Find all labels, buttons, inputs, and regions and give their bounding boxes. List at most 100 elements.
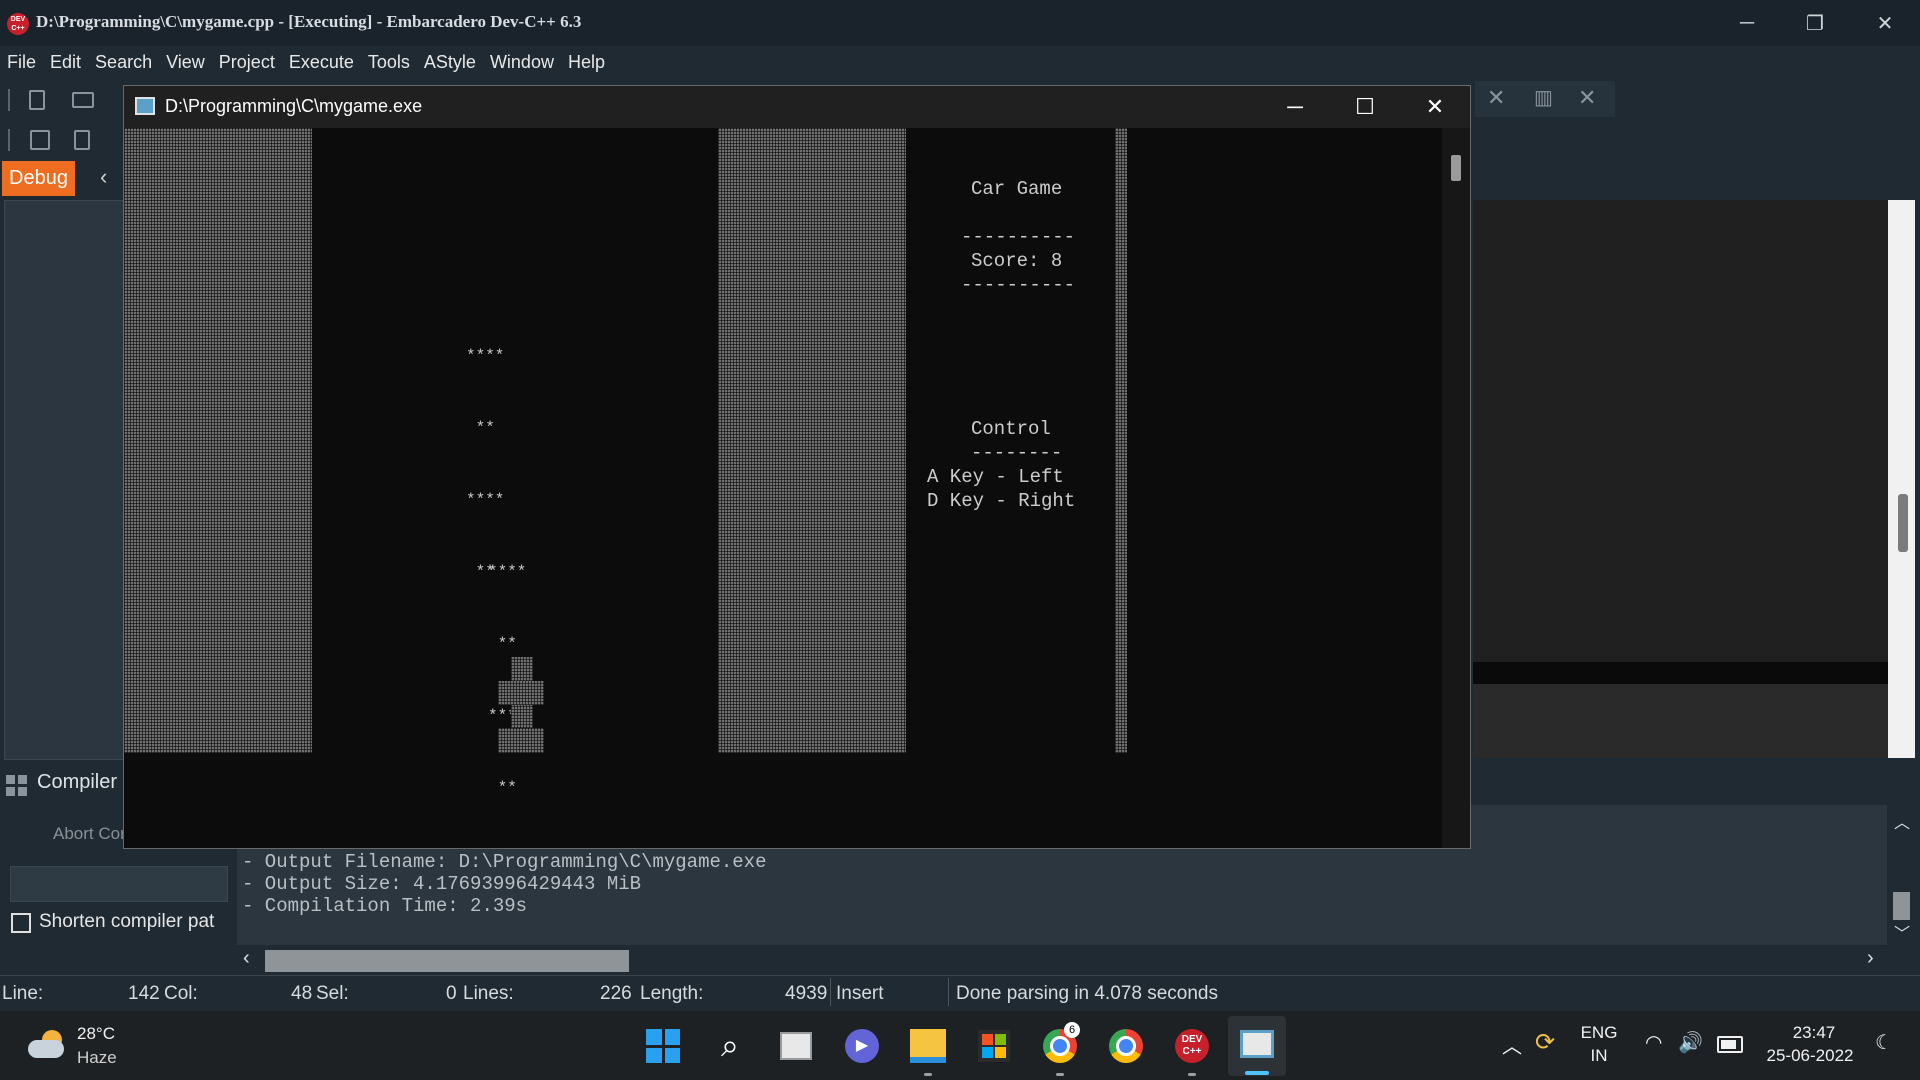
menu-astyle[interactable]: AStyle: [417, 52, 483, 73]
status-col-label: Col:: [164, 983, 198, 1004]
menu-view[interactable]: View: [159, 52, 212, 73]
enemy-car-row: **: [488, 779, 527, 797]
menu-execute[interactable]: Execute: [282, 52, 361, 73]
copy-icon[interactable]: [30, 130, 50, 150]
sync-icon[interactable]: ⟳: [1535, 1028, 1555, 1057]
running-indicator: [1188, 1073, 1196, 1076]
editor-vertical-scrollbar[interactable]: [1888, 200, 1915, 758]
ide-restore-button[interactable]: ❐: [1780, 0, 1850, 46]
remove-watch-icon[interactable]: ✕: [1578, 85, 1596, 111]
enemy-car-row: ****: [488, 563, 527, 581]
status-line-value: 142: [128, 983, 160, 1004]
clock-time[interactable]: 23:47: [1764, 1023, 1864, 1043]
weather-description[interactable]: Haze: [77, 1048, 117, 1068]
tray-chevron-icon[interactable]: ︿: [1502, 1030, 1522, 1059]
status-length-label: Length:: [640, 983, 704, 1004]
teams-chat-icon[interactable]: ▶: [842, 1026, 882, 1066]
menu-bar: File Edit Search View Project Execute To…: [0, 46, 1920, 78]
player-car-bottom: [498, 728, 544, 753]
menu-project[interactable]: Project: [212, 52, 282, 73]
devcpp-taskbar-icon[interactable]: DEV C++: [1172, 1026, 1212, 1066]
score-divider-top: ----------: [961, 226, 1076, 248]
open-folder-icon[interactable]: [72, 92, 94, 108]
new-file-icon[interactable]: [29, 90, 45, 110]
console-maximize-button[interactable]: ☐: [1330, 86, 1400, 128]
file-explorer-icon[interactable]: [908, 1026, 948, 1066]
log-vertical-scrollbar[interactable]: ︿ ﹀: [1887, 805, 1914, 945]
shorten-paths-label: Shorten compiler pat: [39, 911, 215, 932]
control-left-key: A Key - Left: [927, 466, 1064, 488]
volume-icon[interactable]: 🔊: [1678, 1030, 1703, 1055]
enemy-car-row: **: [466, 419, 505, 437]
debug-toolbar: ✕ ▥ ✕: [1475, 81, 1615, 117]
console-minimize-button[interactable]: ─: [1260, 86, 1330, 128]
enemy-car-row: ****: [466, 491, 505, 509]
microsoft-store-icon[interactable]: [974, 1026, 1014, 1066]
notification-moon-icon[interactable]: ☾: [1875, 1030, 1893, 1055]
info-panel-border: [1115, 128, 1127, 753]
ide-window-title: D:\Programming\C\mygame.cpp - [Executing…: [36, 12, 582, 31]
log-line: - Output Filename: D:\Programming\C\myga…: [242, 851, 767, 873]
debug-tab[interactable]: Debug: [2, 161, 75, 196]
running-indicator: [1056, 1073, 1064, 1076]
language-top[interactable]: ENG: [1579, 1023, 1619, 1043]
task-view-icon[interactable]: [776, 1026, 816, 1066]
devcpp-logo-icon: DEV C++: [7, 13, 29, 35]
score-divider-bottom: ----------: [961, 274, 1076, 296]
scroll-up-icon[interactable]: ︿: [1894, 809, 1910, 833]
language-bottom[interactable]: IN: [1579, 1046, 1619, 1066]
running-indicator: [924, 1073, 932, 1076]
status-divider: [948, 978, 949, 1006]
player-car-body: [498, 681, 544, 705]
wifi-icon[interactable]: ◠: [1645, 1030, 1662, 1055]
console-vertical-scrollbar[interactable]: [1442, 128, 1470, 848]
collapse-arrow-icon[interactable]: ‹: [100, 164, 120, 194]
shorten-paths-checkbox[interactable]: [11, 913, 31, 933]
scroll-left-icon[interactable]: ‹: [243, 947, 250, 970]
weather-temperature[interactable]: 28°C: [77, 1024, 115, 1044]
status-divider: [830, 978, 831, 1006]
ide-minimize-button[interactable]: ─: [1712, 0, 1782, 46]
road-right-wall: [718, 128, 906, 753]
search-icon[interactable]: ⌕: [710, 1026, 750, 1066]
player-car-middle: [511, 705, 533, 728]
toolbar-grip: [8, 89, 10, 111]
console-taskbar-icon: [1240, 1030, 1274, 1058]
menu-file[interactable]: File: [0, 52, 43, 73]
status-lines-label: Lines:: [463, 983, 514, 1004]
console-close-button[interactable]: ✕: [1400, 86, 1470, 128]
bookmark-icon[interactable]: [74, 130, 90, 150]
menu-edit[interactable]: Edit: [43, 52, 88, 73]
scroll-down-icon[interactable]: ﹀: [1894, 920, 1910, 944]
status-col-value: 48: [291, 983, 313, 1004]
player-car-top: [511, 657, 533, 681]
editor-lower-area: [1473, 684, 1888, 758]
battery-icon[interactable]: [1717, 1036, 1743, 1053]
log-hscroll-thumb[interactable]: [265, 950, 629, 972]
editor-highlight-band: [1473, 662, 1888, 684]
scroll-right-icon[interactable]: ›: [1867, 947, 1874, 970]
editor-area[interactable]: [1473, 200, 1888, 662]
clock-date[interactable]: 25-06-2022: [1760, 1046, 1860, 1066]
chart-icon[interactable]: ▥: [1534, 85, 1553, 110]
log-line: - Output Size: 4.17693996429443 MiB: [242, 873, 642, 895]
windows-start-icon[interactable]: [643, 1026, 683, 1066]
chrome-profile-icon[interactable]: [1106, 1026, 1146, 1066]
ide-close-button[interactable]: ✕: [1850, 0, 1920, 46]
chrome-notification-badge: 6: [1064, 1022, 1080, 1038]
menu-window[interactable]: Window: [483, 52, 561, 73]
stop-debug-icon[interactable]: ✕: [1487, 85, 1505, 111]
menu-search[interactable]: Search: [88, 52, 159, 73]
console-scroll-thumb[interactable]: [1451, 155, 1461, 181]
weather-icon[interactable]: [28, 1030, 66, 1060]
debug-watch-panel: [4, 200, 124, 760]
abort-compilation-button[interactable]: Abort Cor: [53, 824, 126, 844]
log-scroll-thumb[interactable]: [1893, 892, 1910, 920]
menu-help[interactable]: Help: [561, 52, 612, 73]
menu-tools[interactable]: Tools: [361, 52, 417, 73]
control-divider: --------: [971, 442, 1063, 464]
console-taskbar-button[interactable]: [1228, 1016, 1286, 1076]
compiler-tab[interactable]: Compiler: [37, 771, 117, 794]
active-indicator: [1245, 1071, 1269, 1075]
editor-scroll-thumb[interactable]: [1898, 494, 1908, 552]
